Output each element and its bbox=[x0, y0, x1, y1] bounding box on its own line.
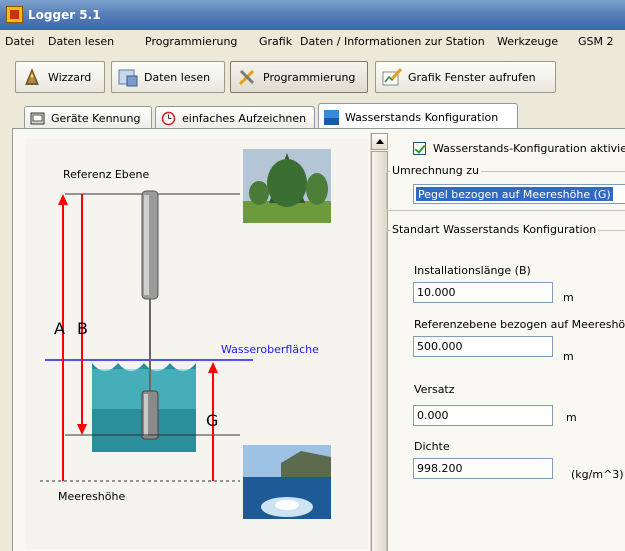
wasserstands-checkbox-label: Wasserstands-Konfiguration aktivier bbox=[433, 142, 625, 155]
tree-photo bbox=[243, 149, 331, 223]
versatz-label: Versatz bbox=[414, 383, 455, 396]
referenzebene-field[interactable]: 500.000 bbox=[413, 336, 553, 357]
label-a: A bbox=[54, 319, 65, 338]
dichte-field[interactable]: 998.200 bbox=[413, 458, 553, 479]
menu-grafik[interactable]: Grafik bbox=[259, 35, 292, 48]
window-title: Logger 5.1 bbox=[28, 8, 101, 22]
programmierung-button[interactable]: Programmierung bbox=[230, 61, 368, 93]
sea-photo bbox=[243, 445, 331, 519]
installationslaenge-label: Installationslänge (B) bbox=[414, 264, 531, 277]
menu-daten-informationen[interactable]: Daten / Informationen zur Station bbox=[300, 35, 485, 48]
versatz-unit: m bbox=[566, 411, 577, 424]
tab-einfaches-aufzeichnen-label: einfaches Aufzeichnen bbox=[182, 111, 307, 125]
clock-icon bbox=[161, 111, 176, 126]
dichte-label: Dichte bbox=[414, 440, 450, 453]
referenzebene-label: Referenzebene bezogen auf Meereshö bbox=[414, 318, 625, 331]
config-panel: Wasserstands-Konfiguration aktivier Umre… bbox=[386, 133, 625, 551]
device-icon bbox=[30, 111, 45, 126]
installationslaenge-unit: m bbox=[563, 291, 574, 304]
wizzard-label: Wizzard bbox=[48, 70, 92, 84]
label-b: B bbox=[77, 319, 88, 338]
menu-programmierung[interactable]: Programmierung bbox=[145, 35, 237, 48]
standart-legend: Standart Wasserstands Konfiguration bbox=[390, 223, 599, 236]
read-data-icon bbox=[118, 67, 138, 87]
programmierung-label: Programmierung bbox=[263, 70, 356, 84]
grafik-fenster-button[interactable]: Grafik Fenster aufrufen bbox=[375, 61, 556, 93]
umrechnung-legend: Umrechnung zu bbox=[390, 164, 481, 177]
wasseroberflaeche-label: Wasseroberfläche bbox=[221, 343, 319, 356]
dichte-unit: (kg/m^3) bbox=[571, 468, 624, 481]
grafik-fenster-label: Grafik Fenster aufrufen bbox=[408, 70, 536, 84]
tools-icon bbox=[237, 67, 257, 87]
probe-shine bbox=[144, 195, 149, 295]
meereshoehe-label: Meereshöhe bbox=[58, 490, 125, 503]
referenzebene-unit: m bbox=[563, 350, 574, 363]
daten-lesen-label: Daten lesen bbox=[144, 70, 211, 84]
diagram-canvas: Referenz Ebene Wasseroberfläche Meereshö… bbox=[40, 149, 331, 519]
wizard-hat-icon bbox=[22, 67, 42, 87]
label-g: G bbox=[206, 411, 218, 430]
versatz-field[interactable]: 0.000 bbox=[413, 405, 553, 426]
wizzard-button[interactable]: Wizzard bbox=[15, 61, 105, 93]
wasserstands-checkbox[interactable] bbox=[413, 142, 426, 155]
tab-geraete-kennung[interactable]: Geräte Kennung bbox=[24, 106, 152, 129]
menu-datei[interactable]: Datei bbox=[5, 35, 34, 48]
toolbar: Wizzard Daten lesen Programmierung Grafi… bbox=[0, 52, 625, 100]
title-bar: Logger 5.1 bbox=[0, 0, 625, 30]
water-level-diagram: Referenz Ebene Wasseroberfläche Meereshö… bbox=[25, 139, 368, 549]
chart-pencil-icon bbox=[382, 67, 403, 87]
tab-geraete-kennung-label: Geräte Kennung bbox=[51, 111, 141, 125]
diagram-scrollbar[interactable] bbox=[370, 133, 388, 551]
referenz-ebene-label: Referenz Ebene bbox=[63, 168, 150, 181]
menu-bar: Datei Daten lesen Programmierung Grafik … bbox=[0, 30, 625, 52]
tab-einfaches-aufzeichnen[interactable]: einfaches Aufzeichnen bbox=[155, 106, 315, 129]
app-icon bbox=[6, 6, 23, 23]
arrow-b bbox=[77, 194, 87, 435]
water-level-icon bbox=[324, 109, 339, 125]
probe-sensor-shine bbox=[144, 394, 148, 436]
menu-gsm2[interactable]: GSM 2 bbox=[578, 35, 614, 48]
daten-lesen-button[interactable]: Daten lesen bbox=[111, 61, 225, 93]
menu-werkzeuge[interactable]: Werkzeuge bbox=[497, 35, 558, 48]
menu-daten-lesen[interactable]: Daten lesen bbox=[48, 35, 114, 48]
umrechnung-select[interactable]: Pegel bezogen auf Meereshöhe (G) bbox=[413, 184, 625, 204]
logger-window: Logger 5.1 Datei Daten lesen Programmier… bbox=[0, 0, 625, 551]
tab-strip: Geräte Kennung einfaches Aufzeichnen Was… bbox=[0, 102, 625, 130]
umrechnung-value: Pegel bezogen auf Meereshöhe (G) bbox=[416, 187, 613, 201]
tab-wasserstands-konfiguration[interactable]: Wasserstands Konfiguration bbox=[318, 103, 518, 130]
scroll-up-arrow-icon[interactable] bbox=[371, 133, 388, 150]
tab-panel: Referenz Ebene Wasseroberfläche Meereshö… bbox=[12, 128, 625, 551]
installationslaenge-field[interactable]: 10.000 bbox=[413, 282, 553, 303]
tab-wasserstands-konfiguration-label: Wasserstands Konfiguration bbox=[345, 110, 499, 124]
